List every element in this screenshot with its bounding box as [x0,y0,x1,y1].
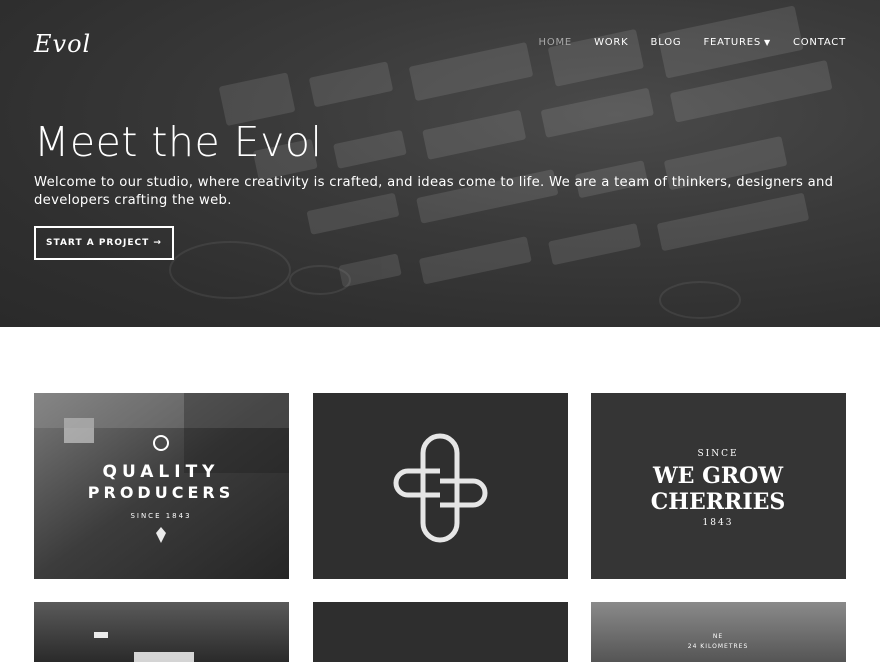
nav-home[interactable]: HOME [539,37,573,48]
we-grow-cherries-image: SINCE WE GROW CHERRIES 1843 [591,393,846,579]
tile6-line2: 24 KILOMETRES [688,643,749,650]
hero-description: Welcome to our studio, where creativity … [34,175,834,208]
portfolio-tile-quality-producers[interactable]: QUALITY PRODUCERS SINCE 1843 [34,393,289,579]
nav-blog[interactable]: BLOG [651,37,682,48]
nav-work[interactable]: WORK [594,37,628,48]
portfolio-tile-6[interactable]: NE 24 KILOMETRES [591,602,846,662]
portfolio-image-4 [34,602,289,662]
hero-section: Evol HOME WORK BLOG FEATURES ▼ CONTACT Me… [0,0,880,327]
main-nav: HOME WORK BLOG FEATURES ▼ CONTACT [539,37,846,48]
start-project-button[interactable]: START A PROJECT → [34,226,174,260]
quality-producers-image: QUALITY PRODUCERS SINCE 1843 [34,393,289,579]
tile1-line3: SINCE 1843 [130,512,191,520]
tile3-line1: SINCE [697,449,738,459]
tile3-line2: WE GROW [652,463,783,489]
portfolio-tile-4[interactable] [34,602,289,662]
portfolio-tile-knot-monogram[interactable] [313,393,568,579]
hero-title: Meet the Evol [34,118,323,166]
portfolio-image-5 [313,602,568,662]
nav-features[interactable]: FEATURES ▼ [703,37,771,48]
tile6-line1: NE [713,633,723,640]
tile3-line3: CHERRIES [651,489,786,515]
nav-features-label: FEATURES [703,37,762,48]
tile1-line2: PRODUCERS [88,483,234,502]
portfolio-tile-we-grow-cherries[interactable]: SINCE WE GROW CHERRIES 1843 [591,393,846,579]
nav-contact[interactable]: CONTACT [793,37,846,48]
portfolio-tile-5[interactable] [313,602,568,662]
knot-monogram-image [313,393,568,579]
portfolio-image-6: NE 24 KILOMETRES [591,602,846,662]
tile3-line4: 1843 [703,518,734,528]
site-logo[interactable]: Evol [34,30,91,58]
caret-down-icon: ▼ [764,38,771,47]
tile1-line1: QUALITY [103,462,220,482]
